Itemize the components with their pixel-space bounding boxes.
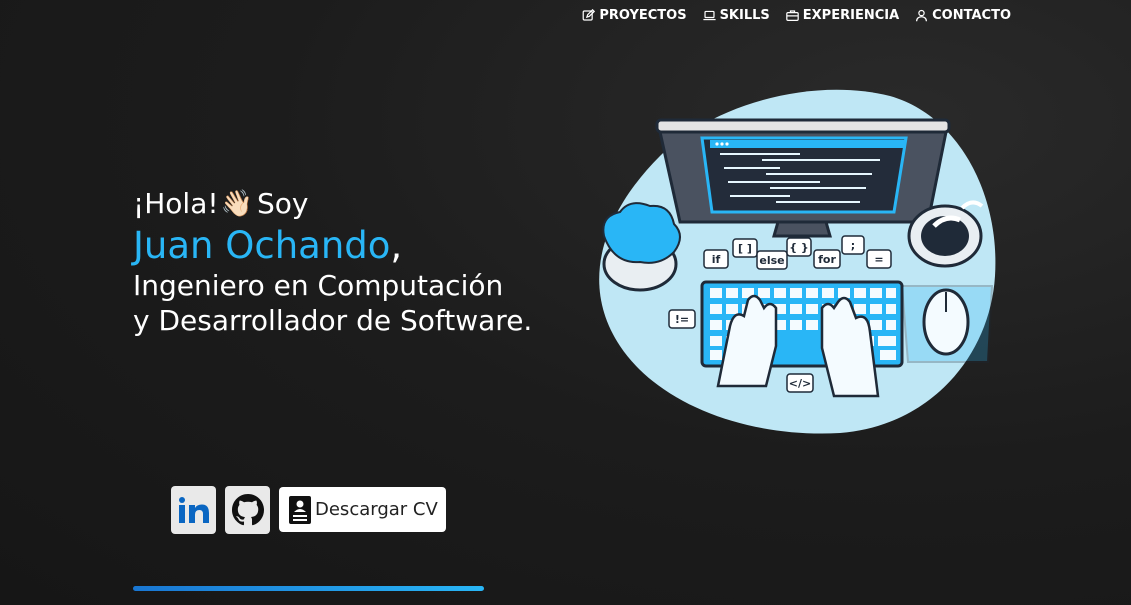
nav-proyectos[interactable]: PROYECTOS bbox=[582, 8, 687, 23]
nav-contacto[interactable]: CONTACTO bbox=[915, 8, 1011, 23]
monitor-illustration bbox=[655, 118, 951, 238]
download-cv-label: Descargar CV bbox=[315, 499, 438, 520]
bubble-equals: = bbox=[866, 249, 892, 269]
svg-text:for: for bbox=[818, 253, 836, 266]
greeting-text: ¡Hola! bbox=[133, 187, 219, 220]
svg-text:if: if bbox=[712, 253, 721, 266]
bubble-else: else bbox=[756, 250, 788, 270]
bubble-for: for bbox=[813, 249, 841, 269]
bubble-semicolon: ; bbox=[841, 235, 865, 255]
svg-text:else: else bbox=[759, 254, 784, 267]
role-line-1: Ingeniero en Computación bbox=[133, 269, 504, 302]
waving-hand-icon: 👋🏻 bbox=[220, 189, 253, 219]
greeting-line: ¡Hola! 👋🏻 Soy bbox=[133, 186, 532, 222]
role-line-2: y Desarrollador de Software. bbox=[133, 304, 533, 337]
bubble-tag: </> bbox=[786, 373, 814, 393]
linkedin-icon bbox=[178, 497, 209, 523]
linkedin-button[interactable] bbox=[171, 486, 216, 534]
bubble-if: if bbox=[703, 249, 729, 269]
download-cv-button[interactable]: Descargar CV bbox=[279, 487, 446, 532]
nav-experiencia[interactable]: EXPERIENCIA bbox=[785, 8, 900, 23]
nav-proyectos-label: PROYECTOS bbox=[599, 8, 687, 23]
coding-illustration: if [ ] else { } for ; = != </> bbox=[599, 89, 996, 434]
svg-text:{ }: { } bbox=[789, 241, 809, 254]
edit-icon bbox=[582, 9, 596, 21]
hero-text: ¡Hola! 👋🏻 Soy Juan Ochando, Ingeniero en… bbox=[133, 186, 532, 338]
nav-experiencia-label: EXPERIENCIA bbox=[802, 8, 900, 23]
svg-text:=: = bbox=[874, 253, 883, 266]
social-buttons: Descargar CV bbox=[171, 486, 446, 534]
name-comma: , bbox=[390, 224, 403, 267]
svg-text:;: ; bbox=[851, 239, 855, 252]
plant-illustration bbox=[602, 202, 681, 292]
developer-name: Juan Ochando bbox=[133, 224, 391, 267]
nav-skills-label: SKILLS bbox=[719, 8, 770, 23]
github-button[interactable] bbox=[225, 486, 270, 534]
top-nav: PROYECTOS SKILLS EXPERIENCIA CONTACTO bbox=[582, 8, 1011, 23]
resume-document-icon bbox=[289, 495, 311, 524]
nav-skills[interactable]: SKILLS bbox=[702, 8, 770, 23]
svg-text:</>: </> bbox=[789, 377, 811, 390]
bubble-not-equal: != bbox=[668, 309, 696, 329]
svg-text:[ ]: [ ] bbox=[738, 242, 752, 255]
bubble-braces: { } bbox=[786, 237, 812, 257]
user-icon bbox=[916, 9, 928, 22]
briefcase-icon bbox=[785, 10, 799, 21]
bubble-brackets: [ ] bbox=[732, 238, 758, 258]
name-line: Juan Ochando, bbox=[133, 224, 532, 268]
svg-text:!=: != bbox=[675, 313, 689, 326]
accent-underline-bar bbox=[133, 586, 484, 591]
github-icon bbox=[231, 494, 264, 526]
soy-text: Soy bbox=[256, 187, 309, 220]
mouse-illustration bbox=[900, 285, 994, 363]
laptop-icon bbox=[702, 10, 716, 21]
nav-contacto-label: CONTACTO bbox=[932, 8, 1011, 23]
